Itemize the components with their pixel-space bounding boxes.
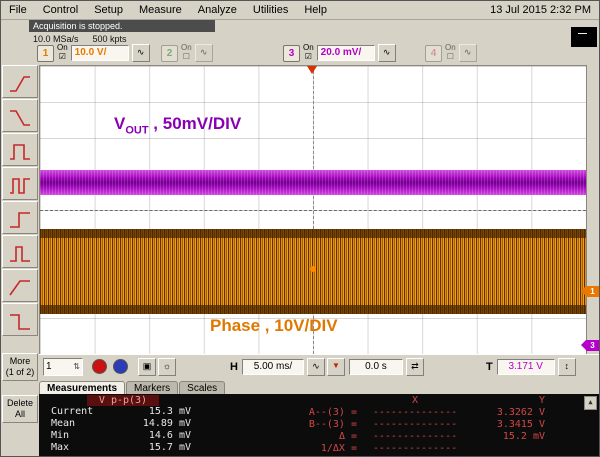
graticule-center-horizontal	[40, 210, 586, 211]
vout-annotation: VOUT , 50mV/DIV	[114, 114, 241, 136]
minimize-icon: —	[578, 28, 587, 38]
panel-scrollbar[interactable]: ▲	[584, 396, 597, 410]
sidebar-duty-cycle-button[interactable]	[2, 167, 38, 200]
measurement-table: V p-p(3) Current15.3 mV Mean14.89 mV Min…	[51, 395, 191, 454]
more-button[interactable]: More (1 of 2)	[2, 353, 38, 381]
measurement-row-max: Max15.7 mV	[51, 442, 191, 454]
horizontal-toolbar: 1⇅ ▣ ☼ H 5.00 ms/ ∿ ▼ 0.0 s ⇄ T 3.171 V …	[39, 354, 599, 378]
sidebar-ramp-down-button[interactable]	[2, 99, 38, 132]
channel-3-scale-value[interactable]: 20.0 mV/	[317, 45, 375, 61]
channel-4-button[interactable]: 4	[425, 45, 442, 62]
channel-2-controls: 2 On ☐ ∿	[161, 42, 213, 64]
measurement-row-mean: Mean14.89 mV	[51, 418, 191, 430]
pulse-width-icon	[7, 142, 33, 162]
oscilloscope-screen: File Control Setup Measure Analyze Utili…	[0, 0, 600, 457]
menu-help[interactable]: Help	[304, 4, 327, 16]
channel-3-controls: 3 On ☑ 20.0 mV/ ∿	[283, 42, 396, 64]
channel-1-level-marker[interactable]: 1	[586, 286, 599, 297]
measurement-row-min: Min14.6 mV	[51, 430, 191, 442]
channel-1-coupling-icon[interactable]: ∿	[132, 44, 150, 62]
menu-file[interactable]: File	[9, 4, 27, 16]
timebase-value[interactable]: 5.00 ms/	[242, 359, 304, 375]
pulse-positive-icon	[7, 244, 33, 264]
trigger-updown-button[interactable]: ↕	[558, 358, 576, 376]
marker-row-a: A--(3) = -------------- 3.3262 V	[279, 407, 545, 419]
delete-all-button[interactable]: Delete All	[2, 395, 38, 423]
marker-readout: X Y A--(3) = -------------- 3.3262 V B--…	[279, 395, 545, 455]
ramp-up-icon	[7, 74, 33, 94]
run-stop-button[interactable]	[92, 359, 107, 374]
duty-cycle-icon	[7, 176, 33, 196]
channel-4-coupling-icon[interactable]: ∿	[459, 44, 477, 62]
channel-3-level-marker[interactable]: 3	[586, 340, 599, 351]
bottom-tabs: MeasurementsMarkersScales	[39, 378, 599, 394]
channel-1-check-icon[interactable]: ☑	[59, 53, 66, 62]
sidebar-pulse-positive-button[interactable]	[2, 235, 38, 268]
trigger-time-icon[interactable]: ▼	[327, 358, 345, 376]
step-up-icon	[7, 210, 33, 230]
sidebar-ramp-up-button[interactable]	[2, 65, 38, 98]
trigger-label: T	[486, 361, 493, 373]
measurement-row-current: Current15.3 mV	[51, 406, 191, 418]
channel-4-controls: 4 On ☐ ∿	[425, 42, 477, 64]
channel-2-button[interactable]: 2	[161, 45, 178, 62]
single-button[interactable]	[113, 359, 128, 374]
menu-control[interactable]: Control	[43, 4, 78, 16]
channel-3-button[interactable]: 3	[283, 45, 300, 62]
layers-button[interactable]: ▣	[138, 358, 156, 376]
trigger-position-marker[interactable]	[307, 66, 317, 74]
pan-arrows-button[interactable]: ⇄	[406, 358, 424, 376]
channel-3-check-icon[interactable]: ☑	[305, 53, 312, 62]
brightness-button[interactable]: ☼	[158, 358, 176, 376]
measurement-header: V p-p(3)	[87, 395, 159, 406]
phase-annotation: Phase , 10V/DIV	[210, 316, 338, 336]
step-down-icon	[7, 312, 33, 332]
channel-1-scale-value[interactable]: 10.0 V/	[71, 45, 129, 61]
channel-4-check-icon[interactable]: ☐	[447, 53, 454, 62]
measurement-panel: V p-p(3) Current15.3 mV Mean14.89 mV Min…	[39, 394, 599, 456]
channel-2-check-icon[interactable]: ☐	[183, 53, 190, 62]
menu-analyze[interactable]: Analyze	[198, 4, 237, 16]
channel-1-button[interactable]: 1	[37, 45, 54, 62]
horizontal-label: H	[230, 361, 238, 373]
rise-time-icon	[7, 278, 33, 298]
channel-3-coupling-icon[interactable]: ∿	[378, 44, 396, 62]
trigger-level-value[interactable]: 3.171 V	[497, 359, 555, 375]
channel-2-coupling-icon[interactable]: ∿	[195, 44, 213, 62]
marker-row-inverse-dx: 1/ΔX = --------------	[279, 443, 545, 455]
channel-controls-row: 1 On ☑ 10.0 V/ ∿ 2 On ☐ ∿ 3 On ☑ 20.0 mV…	[37, 42, 599, 64]
spinner-arrows-icon[interactable]: ⇅	[73, 362, 80, 371]
channel-1-controls: 1 On ☑ 10.0 V/ ∿	[37, 42, 150, 64]
marker-header-row: X Y	[279, 395, 545, 407]
datetime-label: 13 Jul 2015 2:32 PM	[490, 4, 591, 16]
marker-row-delta: Δ = -------------- 15.2 mV	[279, 431, 545, 443]
horizontal-fine-icon[interactable]: ∿	[307, 358, 325, 376]
sidebar-rise-time-button[interactable]	[2, 269, 38, 302]
menu-utilities[interactable]: Utilities	[253, 4, 288, 16]
center-reference-dot	[310, 266, 316, 272]
sidebar-step-up-button[interactable]	[2, 201, 38, 234]
ramp-down-icon	[7, 108, 33, 128]
sidebar-pulse-width-button[interactable]	[2, 133, 38, 166]
sidebar-step-down-button[interactable]	[2, 303, 38, 336]
waveform-display: VOUT , 50mV/DIV Phase , 10V/DIV	[39, 65, 587, 355]
menu-measure[interactable]: Measure	[139, 4, 182, 16]
delay-value[interactable]: 0.0 s	[349, 359, 403, 375]
vout-waveform	[40, 170, 586, 195]
waveform-select-spinner[interactable]: 1⇅	[43, 358, 83, 376]
menu-bar: File Control Setup Measure Analyze Utili…	[1, 1, 599, 20]
acquisition-state-label: Acquisition is stopped.	[29, 20, 215, 32]
marker-row-b: B--(3) = -------------- 3.3415 V	[279, 419, 545, 431]
measurement-sidebar: More (1 of 2) Delete All	[1, 65, 40, 456]
menu-setup[interactable]: Setup	[94, 4, 123, 16]
